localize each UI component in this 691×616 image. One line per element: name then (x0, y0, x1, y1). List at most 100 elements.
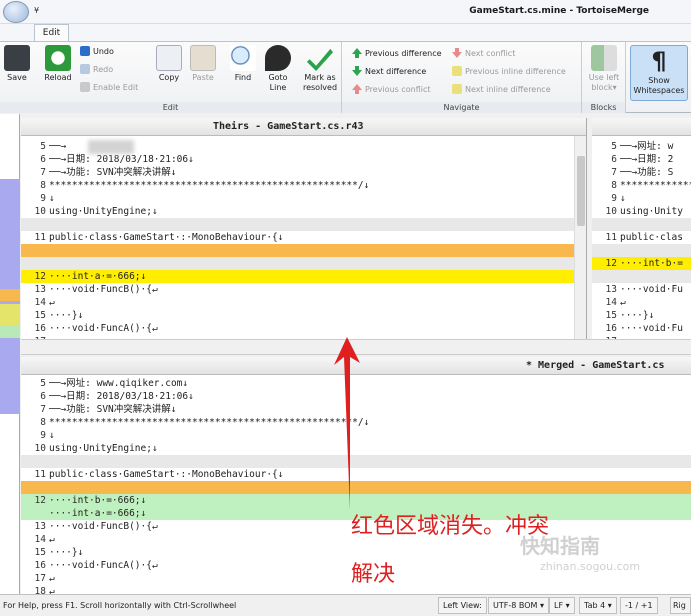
copy-button[interactable]: Copy (154, 45, 184, 83)
locator-changed-mark (0, 304, 20, 326)
encoding-dropdown[interactable]: UTF-8 BOM ▾ (488, 597, 549, 614)
mine-pane[interactable]: 5 ──→网址: w 6 ──→日期: 2 7 ──→功能: S 8 ************… (592, 118, 691, 339)
annotation-arrow (334, 337, 360, 510)
line-number: 8 (40, 180, 46, 191)
quick-access-dropdown-icon[interactable]: ¥ (34, 6, 39, 15)
theirs-vertical-scrollbar[interactable] (574, 136, 586, 339)
save-icon (4, 45, 30, 71)
code-line[interactable]: 9 ↓ (21, 192, 574, 205)
line-number: 6 (40, 391, 46, 402)
code-line[interactable]: 5 ──→网址: w (592, 140, 691, 153)
line-text: using·UnityEngine;↓ (49, 206, 158, 217)
code-line[interactable]: 8***************** (592, 179, 691, 192)
line-text: ····void·Fu (620, 284, 683, 295)
line-text: ──→功能: SVN冲突解决讲解↓ (49, 167, 177, 178)
theirs-pane-header: Theirs - GameStart.cs.r43 (21, 118, 586, 136)
line-number: 14 (34, 534, 46, 545)
navigate-group: Previous difference Next difference Prev… (342, 42, 582, 113)
previous-difference-button[interactable]: Previous difference (352, 48, 442, 59)
code-line[interactable] (592, 218, 691, 231)
mark-as-resolved-button[interactable]: Mark as resolved (300, 45, 340, 93)
line-text: ──→日期: 2 (620, 154, 674, 165)
code-line[interactable]: 10 using·Unity (592, 205, 691, 218)
find-button[interactable]: Find (228, 45, 258, 83)
enable-edit-button[interactable]: Enable Edit (80, 82, 138, 93)
checkmark-icon (307, 48, 333, 71)
code-line[interactable]: 15 ····}↓ (592, 309, 691, 322)
app-menu-button[interactable] (3, 1, 29, 23)
line-text: ↓ (49, 430, 55, 441)
code-line[interactable] (592, 244, 691, 257)
line-number: 5 (40, 141, 46, 152)
view-group: ¶ Show Whitespaces (626, 42, 691, 113)
line-number: 12 (605, 258, 617, 269)
line-number: 12 (34, 271, 46, 282)
theirs-scroll-thumb[interactable] (577, 156, 585, 226)
code-line[interactable]: 12 ····int·a·=·666;↓ (21, 270, 574, 283)
line-text: ***************** (620, 180, 691, 191)
code-line[interactable]: 13 ····void·FuncB()·{↵ (21, 283, 574, 296)
next-inline-difference-button[interactable]: Next inline difference (452, 84, 551, 95)
theirs-code-view[interactable]: 5 ──→ 6 ──→日期: 2018/03/18·21:06↓ 7 ──→功能: SV… (21, 140, 574, 339)
tab-edit[interactable]: Edit (34, 24, 69, 41)
pilcrow-icon: ¶ (651, 47, 667, 75)
line-text: using·UnityEngine;↓ (49, 443, 158, 454)
undo-button[interactable]: Undo (80, 46, 114, 57)
next-conflict-button[interactable]: Next conflict (452, 48, 515, 59)
code-line[interactable]: 6 ──→日期: 2 (592, 153, 691, 166)
eol-dropdown[interactable]: LF ▾ (549, 597, 575, 614)
code-line[interactable]: 7 ──→功能: SVN冲突解决讲解↓ (21, 166, 574, 179)
line-text: ──→功能: SVN冲突解决讲解↓ (49, 404, 177, 415)
code-line[interactable]: 15 ····}↓ (21, 309, 574, 322)
code-line[interactable]: 9 ↓ (592, 192, 691, 205)
code-line[interactable]: 10 using·UnityEngine;↓ (21, 205, 574, 218)
line-number: 16 (34, 323, 46, 334)
line-text: ····void·Fu (620, 323, 683, 334)
previous-inline-difference-button[interactable]: Previous inline difference (452, 66, 566, 77)
code-line[interactable] (21, 218, 574, 231)
code-line[interactable]: 13 ····void·Fu (592, 283, 691, 296)
code-line[interactable]: 11 public·class·GameStart·:·MonoBehaviour… (21, 231, 574, 244)
code-line[interactable]: 8 ***************************************… (21, 179, 574, 192)
code-line[interactable]: 16 ····void·FuncA()·{↵ (21, 322, 574, 335)
line-number: 18 (34, 586, 46, 594)
previous-conflict-button[interactable]: Previous conflict (352, 84, 431, 95)
locator-bar[interactable] (0, 114, 20, 594)
code-line[interactable] (21, 244, 574, 257)
mine-code-view[interactable]: 5 ──→网址: w 6 ──→日期: 2 7 ──→功能: S 8 ************… (592, 140, 691, 339)
next-difference-button[interactable]: Next difference (352, 66, 426, 77)
blocks-group: Use left block▾ Blocks (582, 42, 626, 113)
line-number: 10 (605, 206, 617, 217)
line-text: ──→网址: w (620, 141, 674, 152)
code-line[interactable]: 14 ↵ (21, 296, 574, 309)
redo-button[interactable]: Redo (80, 64, 113, 75)
reload-button[interactable]: Reload (40, 45, 76, 83)
code-line[interactable]: 16 ····void·Fu (592, 322, 691, 335)
line-number: 11 (605, 232, 617, 243)
code-line[interactable]: 12 ····int·b·= (592, 257, 691, 270)
code-line[interactable] (21, 257, 574, 270)
undo-icon (80, 46, 90, 56)
save-button[interactable]: Save (2, 45, 32, 83)
theirs-pane-title: Theirs - GameStart.cs.r43 (213, 121, 364, 132)
line-text: ──→ (49, 141, 72, 152)
goto-line-button[interactable]: Goto Line (262, 45, 294, 93)
use-left-block-button[interactable]: Use left block▾ (586, 45, 622, 93)
code-line[interactable]: 7 ──→功能: S (592, 166, 691, 179)
tab-size-dropdown[interactable]: Tab 4 ▾ (579, 597, 617, 614)
copy-icon (156, 45, 182, 71)
code-line[interactable]: 14 ↵ (592, 296, 691, 309)
code-line[interactable]: 11 public·clas (592, 231, 691, 244)
right-view-label: Rig (670, 597, 691, 614)
line-number: 8 (611, 180, 617, 191)
line-number: 15 (605, 310, 617, 321)
line-text: ····int·b·= (620, 258, 683, 269)
line-number: 7 (40, 404, 46, 415)
line-text: ↵ (49, 297, 55, 308)
code-line[interactable] (592, 270, 691, 283)
line-number: 9 (40, 193, 46, 204)
show-whitespaces-button[interactable]: ¶ Show Whitespaces (630, 45, 688, 101)
paste-button[interactable]: Paste (188, 45, 218, 83)
code-line[interactable]: 6 ──→日期: 2018/03/18·21:06↓ (21, 153, 574, 166)
ribbon-tab-row: Edit (0, 24, 691, 41)
